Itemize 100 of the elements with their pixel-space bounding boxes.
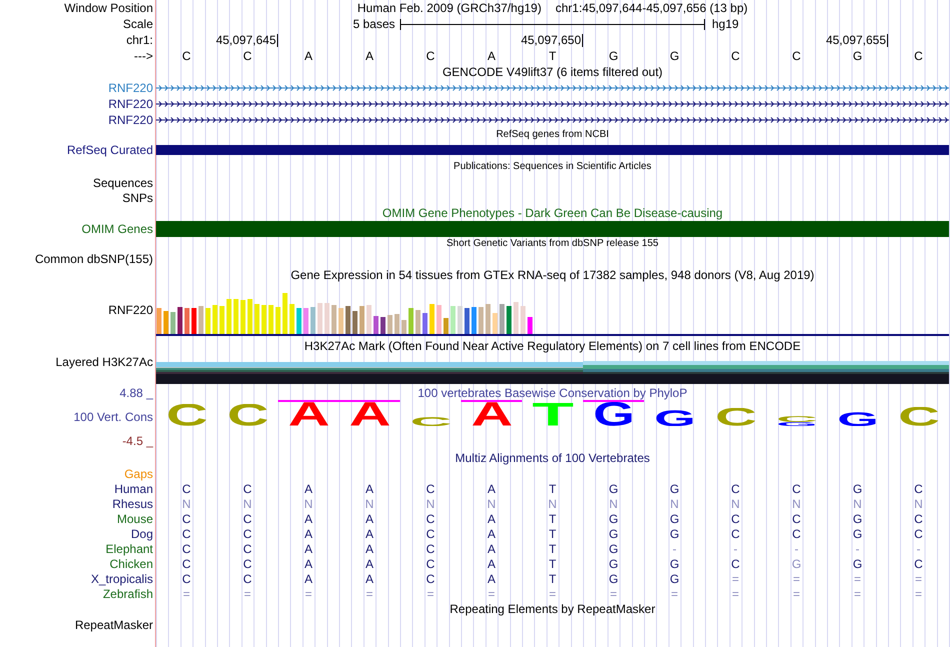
expression-bar [296, 308, 302, 334]
expression-bar [458, 306, 462, 334]
aligned-base: C [792, 482, 801, 496]
position-tick: 45,097,655 [826, 34, 888, 46]
scale-text: 5 bases [352, 17, 395, 31]
aligned-base: G [608, 526, 618, 540]
aligned-base: T [548, 482, 556, 496]
logo-letter: G [652, 410, 696, 426]
aligned-base: - [916, 542, 920, 556]
expression-bar [332, 305, 336, 334]
aligned-base: C [792, 526, 801, 540]
aligned-base: G [792, 556, 802, 570]
expression-bar [500, 304, 504, 334]
expression-bar [198, 306, 204, 334]
aligned-base: A [365, 512, 374, 526]
aligned-base: N [182, 496, 191, 510]
expression-bar [472, 307, 476, 334]
expression-bar [304, 308, 308, 334]
aligned-base: C [243, 526, 252, 540]
base-letter: C [914, 49, 923, 63]
aligned-base: - [856, 542, 860, 556]
aligned-base: N [365, 496, 374, 510]
aligned-base: = [792, 572, 800, 586]
aligned-base: - [794, 542, 798, 556]
aligned-base: G [852, 556, 862, 570]
aligned-base: A [365, 572, 374, 586]
aligned-base: G [608, 482, 618, 496]
expression-bar [514, 302, 518, 334]
base-letter: C [426, 49, 435, 63]
logo-letter: C [774, 416, 818, 422]
aligned-base: N [914, 496, 923, 510]
track-label: RefSeq Curated [66, 143, 153, 157]
aligned-base: N [792, 496, 801, 510]
track-label: Scale [122, 17, 153, 31]
aligned-base: A [365, 482, 374, 496]
expression-bar [520, 306, 526, 334]
expression-bar [352, 311, 358, 334]
expression-bar [178, 307, 182, 334]
species-label: Zebrafish [102, 586, 153, 600]
expression-bar [338, 308, 344, 334]
aligned-base: G [852, 512, 862, 526]
aligned-base: C [426, 572, 435, 586]
expression-bar [430, 304, 434, 334]
aligned-base: N [243, 496, 252, 510]
aligned-base: C [182, 572, 191, 586]
position-tick: 45,097,645 [216, 34, 278, 46]
expression-bar [240, 300, 246, 334]
aligned-base: A [487, 482, 496, 496]
aligned-base: C [182, 542, 191, 556]
track-label: Window Position [64, 1, 153, 15]
expression-bar [478, 307, 484, 334]
species-label: Human [114, 482, 153, 496]
aligned-base: = [548, 586, 556, 600]
aligned-base: C [243, 572, 252, 586]
aligned-base: A [487, 526, 496, 540]
track-label: Gaps [124, 466, 153, 480]
logo-letter: A [470, 402, 514, 426]
aligned-base: G [670, 482, 680, 496]
species-label: Mouse [116, 512, 153, 526]
aligned-base: C [426, 542, 435, 556]
expression-bar [366, 305, 372, 334]
expression-bar [422, 313, 428, 334]
expression-bar [212, 305, 218, 334]
base-letter: G [608, 49, 618, 63]
expression-bar [276, 307, 280, 334]
expression-bar [444, 318, 448, 334]
logo-letter: A [286, 402, 330, 426]
aligned-base: A [304, 542, 312, 556]
track-label: 100 Vert. Cons [74, 410, 153, 424]
gene-label: RNF220 [108, 303, 153, 317]
expression-bar [436, 305, 442, 334]
expression-bar [226, 299, 232, 334]
aligned-base: C [426, 512, 435, 526]
logo-letter: T [530, 403, 574, 426]
expression-bar [492, 313, 498, 334]
expression-bar [324, 303, 330, 334]
aligned-base: G [670, 556, 680, 570]
logo-letter: C [408, 417, 452, 426]
species-label: X_tropicalis [90, 572, 153, 586]
species-label: Elephant [106, 542, 153, 556]
aligned-base: = [426, 586, 434, 600]
aligned-base: T [548, 542, 556, 556]
aligned-base: C [731, 482, 740, 496]
expression-bar [248, 299, 252, 334]
aligned-base: C [243, 512, 252, 526]
expression-bar [268, 305, 274, 334]
expression-bar [290, 304, 294, 334]
track-label: Layered H3K27Ac [56, 355, 153, 369]
base-letter: G [852, 49, 862, 63]
aligned-base: = [670, 586, 678, 600]
expression-bar [192, 308, 196, 334]
aligned-base: N [670, 496, 679, 510]
aligned-base: C [243, 542, 252, 556]
expression-bar [220, 306, 224, 334]
expression-bar [506, 306, 512, 334]
aligned-base: C [731, 512, 740, 526]
expression-bar [374, 316, 378, 334]
expression-bar [416, 310, 420, 334]
aligned-base: C [182, 512, 191, 526]
aligned-base: = [732, 572, 739, 586]
